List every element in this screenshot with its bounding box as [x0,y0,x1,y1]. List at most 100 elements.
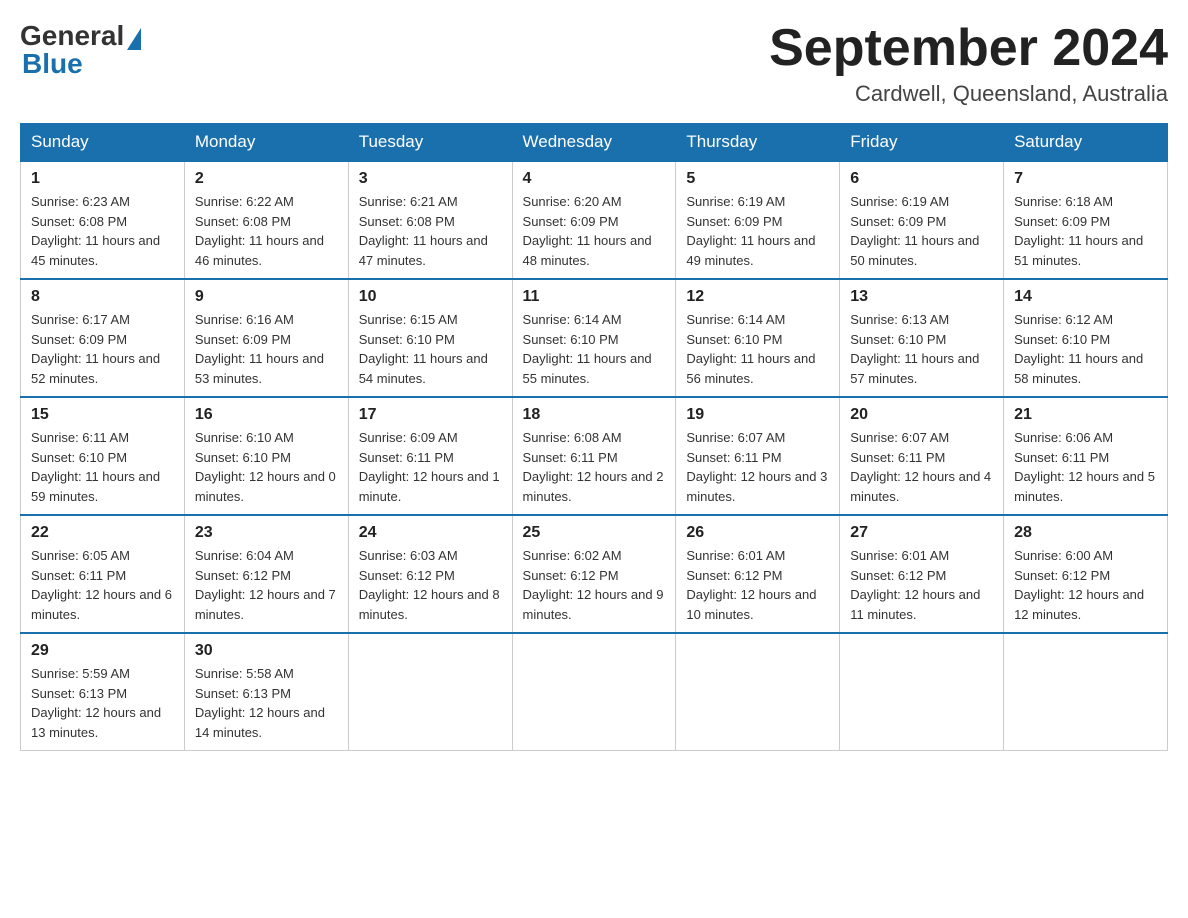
day-number: 23 [195,524,338,542]
day-number: 16 [195,406,338,424]
day-info: Sunrise: 6:01 AMSunset: 6:12 PMDaylight:… [850,546,993,624]
day-info: Sunrise: 6:17 AMSunset: 6:09 PMDaylight:… [31,310,174,388]
day-info: Sunrise: 6:14 AMSunset: 6:10 PMDaylight:… [523,310,666,388]
calendar-cell: 17 Sunrise: 6:09 AMSunset: 6:11 PMDayligh… [348,397,512,515]
calendar-cell: 19 Sunrise: 6:07 AMSunset: 6:11 PMDayligh… [676,397,840,515]
day-info: Sunrise: 6:08 AMSunset: 6:11 PMDaylight:… [523,428,666,506]
calendar-cell: 25 Sunrise: 6:02 AMSunset: 6:12 PMDayligh… [512,515,676,633]
day-number: 8 [31,288,174,306]
day-number: 3 [359,170,502,188]
day-info: Sunrise: 6:09 AMSunset: 6:11 PMDaylight:… [359,428,502,506]
column-header-friday: Friday [840,124,1004,162]
calendar-cell: 13 Sunrise: 6:13 AMSunset: 6:10 PMDayligh… [840,279,1004,397]
day-info: Sunrise: 6:05 AMSunset: 6:11 PMDaylight:… [31,546,174,624]
day-number: 30 [195,642,338,660]
title-area: September 2024 Cardwell, Queensland, Aus… [769,20,1168,107]
day-info: Sunrise: 6:15 AMSunset: 6:10 PMDaylight:… [359,310,502,388]
day-info: Sunrise: 6:19 AMSunset: 6:09 PMDaylight:… [850,192,993,270]
day-info: Sunrise: 6:11 AMSunset: 6:10 PMDaylight:… [31,428,174,506]
day-info: Sunrise: 6:18 AMSunset: 6:09 PMDaylight:… [1014,192,1157,270]
day-number: 13 [850,288,993,306]
day-info: Sunrise: 6:00 AMSunset: 6:12 PMDaylight:… [1014,546,1157,624]
header: General Blue September 2024 Cardwell, Qu… [20,20,1168,107]
day-info: Sunrise: 6:07 AMSunset: 6:11 PMDaylight:… [850,428,993,506]
day-info: Sunrise: 6:21 AMSunset: 6:08 PMDaylight:… [359,192,502,270]
day-number: 19 [686,406,829,424]
day-number: 25 [523,524,666,542]
week-row-4: 22Sunrise: 6:05 AMSunset: 6:11 PMDayligh… [21,515,1168,633]
calendar-cell: 14 Sunrise: 6:12 AMSunset: 6:10 PMDayligh… [1004,279,1168,397]
day-info: Sunrise: 6:22 AMSunset: 6:08 PMDaylight:… [195,192,338,270]
calendar-cell: 4 Sunrise: 6:20 AMSunset: 6:09 PMDaylight… [512,161,676,279]
day-number: 24 [359,524,502,542]
calendar-cell: 24 Sunrise: 6:03 AMSunset: 6:12 PMDayligh… [348,515,512,633]
calendar-cell: 11 Sunrise: 6:14 AMSunset: 6:10 PMDayligh… [512,279,676,397]
calendar-cell: 27 Sunrise: 6:01 AMSunset: 6:12 PMDayligh… [840,515,1004,633]
day-info: Sunrise: 6:07 AMSunset: 6:11 PMDaylight:… [686,428,829,506]
day-number: 27 [850,524,993,542]
day-info: Sunrise: 6:16 AMSunset: 6:09 PMDaylight:… [195,310,338,388]
day-number: 20 [850,406,993,424]
column-header-saturday: Saturday [1004,124,1168,162]
day-number: 18 [523,406,666,424]
day-number: 2 [195,170,338,188]
day-number: 29 [31,642,174,660]
day-number: 14 [1014,288,1157,306]
day-number: 12 [686,288,829,306]
day-info: Sunrise: 6:04 AMSunset: 6:12 PMDaylight:… [195,546,338,624]
day-info: Sunrise: 6:03 AMSunset: 6:12 PMDaylight:… [359,546,502,624]
calendar-cell: 18 Sunrise: 6:08 AMSunset: 6:11 PMDayligh… [512,397,676,515]
calendar-cell: 12 Sunrise: 6:14 AMSunset: 6:10 PMDayligh… [676,279,840,397]
day-number: 7 [1014,170,1157,188]
calendar-cell: 22Sunrise: 6:05 AMSunset: 6:11 PMDayligh… [21,515,185,633]
calendar-cell: 2 Sunrise: 6:22 AMSunset: 6:08 PMDaylight… [184,161,348,279]
logo: General Blue [20,20,141,80]
header-row: SundayMondayTuesdayWednesdayThursdayFrid… [21,124,1168,162]
day-number: 1 [31,170,174,188]
calendar-cell [348,633,512,751]
calendar-cell: 15 Sunrise: 6:11 AMSunset: 6:10 PMDayligh… [21,397,185,515]
day-info: Sunrise: 6:06 AMSunset: 6:11 PMDaylight:… [1014,428,1157,506]
logo-blue-text: Blue [22,48,83,80]
calendar-cell: 9 Sunrise: 6:16 AMSunset: 6:09 PMDaylight… [184,279,348,397]
calendar-cell: 6 Sunrise: 6:19 AMSunset: 6:09 PMDaylight… [840,161,1004,279]
day-info: Sunrise: 6:20 AMSunset: 6:09 PMDaylight:… [523,192,666,270]
calendar-cell [1004,633,1168,751]
month-title: September 2024 [769,20,1168,77]
day-number: 17 [359,406,502,424]
calendar-cell: 26 Sunrise: 6:01 AMSunset: 6:12 PMDayligh… [676,515,840,633]
day-number: 15 [31,406,174,424]
day-info: Sunrise: 6:14 AMSunset: 6:10 PMDaylight:… [686,310,829,388]
day-info: Sunrise: 6:23 AMSunset: 6:08 PMDaylight:… [31,192,174,270]
day-number: 4 [523,170,666,188]
calendar-cell: 10 Sunrise: 6:15 AMSunset: 6:10 PMDayligh… [348,279,512,397]
day-number: 26 [686,524,829,542]
location-title: Cardwell, Queensland, Australia [769,81,1168,107]
calendar-cell: 20 Sunrise: 6:07 AMSunset: 6:11 PMDayligh… [840,397,1004,515]
day-number: 6 [850,170,993,188]
week-row-2: 8 Sunrise: 6:17 AMSunset: 6:09 PMDaylight… [21,279,1168,397]
calendar-cell: 29 Sunrise: 5:59 AMSunset: 6:13 PMDayligh… [21,633,185,751]
calendar-cell: 1 Sunrise: 6:23 AMSunset: 6:08 PMDaylight… [21,161,185,279]
day-info: Sunrise: 6:12 AMSunset: 6:10 PMDaylight:… [1014,310,1157,388]
calendar-cell: 16 Sunrise: 6:10 AMSunset: 6:10 PMDayligh… [184,397,348,515]
calendar-cell: 7 Sunrise: 6:18 AMSunset: 6:09 PMDaylight… [1004,161,1168,279]
calendar-cell [840,633,1004,751]
day-number: 9 [195,288,338,306]
calendar-cell: 5Sunrise: 6:19 AMSunset: 6:09 PMDaylight… [676,161,840,279]
day-info: Sunrise: 6:01 AMSunset: 6:12 PMDaylight:… [686,546,829,624]
column-header-wednesday: Wednesday [512,124,676,162]
week-row-5: 29 Sunrise: 5:59 AMSunset: 6:13 PMDayligh… [21,633,1168,751]
day-number: 10 [359,288,502,306]
day-number: 28 [1014,524,1157,542]
day-info: Sunrise: 6:19 AMSunset: 6:09 PMDaylight:… [686,192,829,270]
week-row-1: 1 Sunrise: 6:23 AMSunset: 6:08 PMDaylight… [21,161,1168,279]
calendar-table: SundayMondayTuesdayWednesdayThursdayFrid… [20,123,1168,751]
day-info: Sunrise: 6:13 AMSunset: 6:10 PMDaylight:… [850,310,993,388]
day-info: Sunrise: 6:02 AMSunset: 6:12 PMDaylight:… [523,546,666,624]
day-number: 11 [523,288,666,306]
calendar-cell [676,633,840,751]
column-header-thursday: Thursday [676,124,840,162]
day-info: Sunrise: 5:59 AMSunset: 6:13 PMDaylight:… [31,664,174,742]
day-info: Sunrise: 6:10 AMSunset: 6:10 PMDaylight:… [195,428,338,506]
